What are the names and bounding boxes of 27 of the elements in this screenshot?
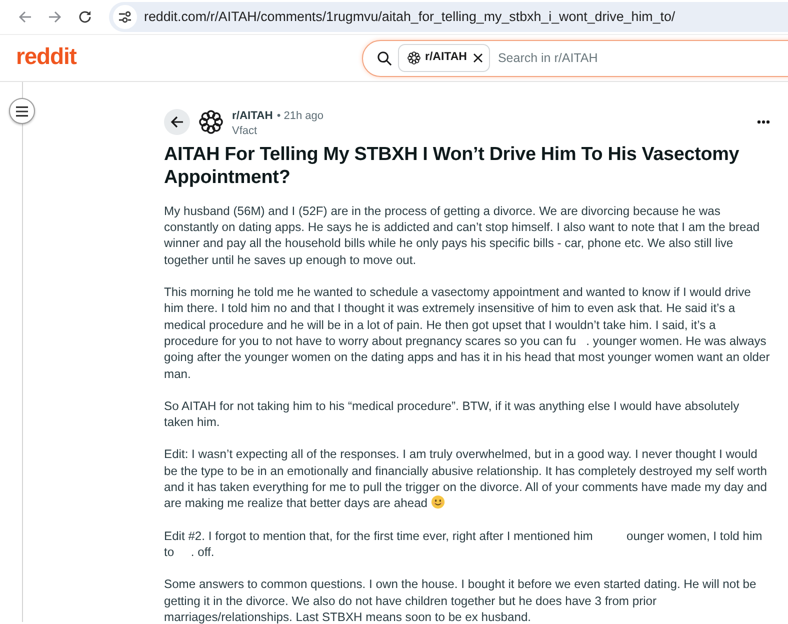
- address-bar[interactable]: reddit.com/r/AITAH/comments/1rugmvu/aitah_for_telling_my_stbxh_i_wont_drive_him_to/: [109, 2, 788, 32]
- forward-arrow-icon[interactable]: [48, 10, 62, 24]
- reload-icon[interactable]: [78, 10, 92, 24]
- menu-icon: [16, 106, 28, 116]
- post-paragraph: Some answers to common questions. I own the house. I bought it before we even started dating. He will not be getting it in the divorce. We also do not have children together but he does have 3 from prior marriages/relationships. Last STBXH means soon to be ex husband.: [164, 577, 758, 624]
- flower-icon: [407, 51, 421, 65]
- search-field[interactable]: r/AITAH Search in r/AITAH: [362, 40, 788, 76]
- post-paragraph: My husband (56M) and I (52F) are in the process of getting a divorce. We are divorcing because he was constantly on dating apps. He says he is addicted and can’t stop himself. I also want to note that I am the bread winner and pay all the household bills while he only pays his specific bills - car, phone etc. We also still live together until he saves up enough to move out.: [164, 204, 761, 267]
- subreddit-name[interactable]: r/AITAH: [232, 108, 273, 125]
- post-paragraph: Edit: I wasn’t expecting all of the responses. I am truly overwhelmed, but in a good way. I never thought I would be the type to be in an emotionally and financially abusive relationship. It has completely destroyed my self worth and it has taken everything for me to pull the trigger on the divorce. All of your comments have made my day and are making me realize that better days are ahead: [164, 447, 768, 510]
- back-button[interactable]: [164, 109, 190, 136]
- post-paragraph: Edit #2. I forgot to mention that, for the first time ever, right after I mentioned him ounger women, I told him to . off.: [164, 528, 764, 559]
- post-time: • 21h ago: [276, 109, 324, 124]
- search-icon: [377, 50, 392, 66]
- menu-button[interactable]: [9, 98, 35, 124]
- post-paragraph: So AITAH for not taking him to his “medical procedure”. BTW, if it was anything else I would have absolutely taken him.: [164, 398, 740, 430]
- back-arrow-icon: [170, 115, 184, 130]
- post-title: AITAH For Telling My STBXH I Won’t Drive Him To His Vasectomy Appointment?: [164, 142, 740, 190]
- back-arrow-icon[interactable]: [18, 10, 32, 24]
- subreddit-chip[interactable]: r/AITAH: [398, 44, 490, 72]
- site-settings-icon[interactable]: [113, 5, 137, 29]
- more-options-icon[interactable]: [757, 120, 770, 124]
- author-name[interactable]: Vfact: [232, 124, 324, 137]
- url-text: reddit.com/r/AITAH/comments/1rugmvu/aitah_for_telling_my_stbxh_i_wont_drive_him_to/: [144, 8, 676, 26]
- subreddit-avatar-icon[interactable]: [198, 109, 224, 136]
- post-paragraph: This morning he told me he wanted to schedule a vasectomy appointment and wanted to know if I would drive him there. I told him no and that I thought it was extremely insensitive of him to even ask that. He said it’s a medical procedure and he will be in a lot of pain. He then got upset that I wouldn’t take him. I said, it’s a procedure for you to not have to worry about pregnancy scares so you can fu . younger women. He was always going after the younger women on the dating apps and has it in his head that most younger women want an older man.: [164, 285, 771, 381]
- close-icon[interactable]: [472, 53, 483, 63]
